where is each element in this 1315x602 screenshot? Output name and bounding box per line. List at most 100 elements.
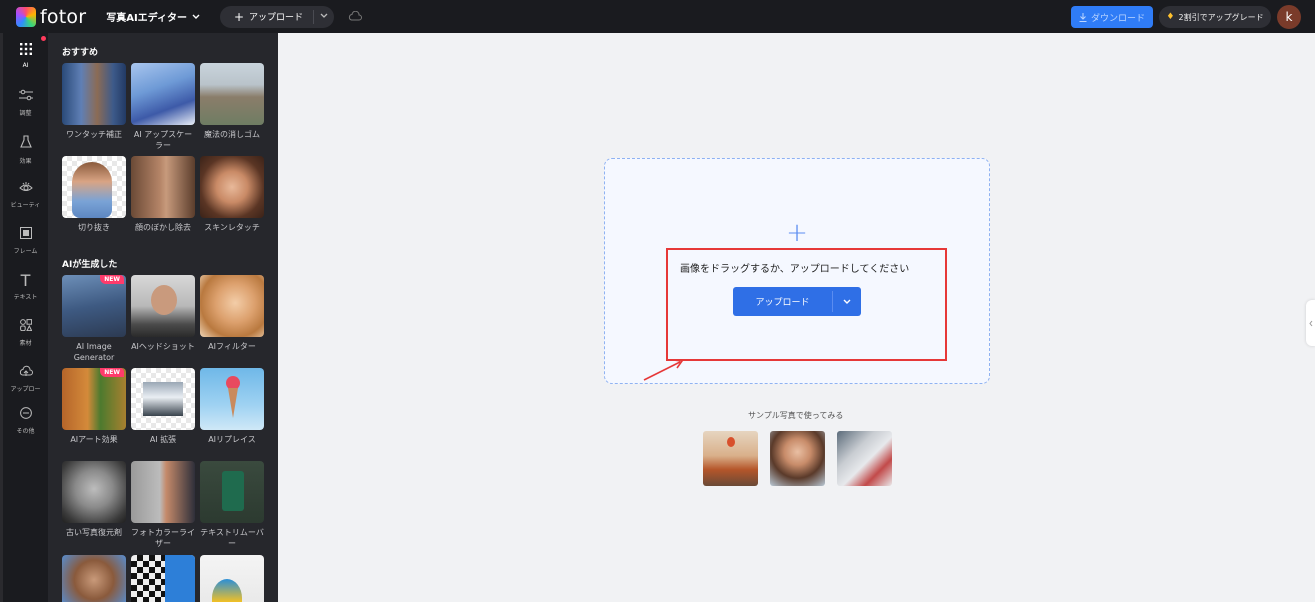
rail-label: テキスト [13,294,38,301]
editor-mode-dropdown[interactable]: 写真AIエディター [106,9,200,24]
tool-caption: 顔のぼかし除去 [135,223,191,232]
tool-tile-ai-image-generator[interactable]: NEW AI Image Generator [62,275,126,363]
new-badge: NEW [100,368,124,377]
section-title-ai-generated: AIが生成した [62,260,118,270]
rail-label: ビューティ [10,202,41,209]
download-label: ダウンロード [1090,13,1145,24]
rail-label: アップロー [10,386,41,393]
rail-item-text[interactable]: T テキスト [3,271,48,302]
top-bar: fotor 写真AIエディター + アップロード ダウンロード ♦ 2割引でアッ… [0,0,1315,33]
tool-thumbnail [131,555,195,602]
notification-dot [41,36,46,41]
tool-tile-ai-headshot[interactable]: AIヘッドショット [131,275,195,352]
tool-thumbnail: NEW [62,275,126,337]
elements-icon [3,319,48,335]
tool-tile-cutout[interactable]: 切り抜き [62,156,126,233]
chevron-left-icon [1308,320,1312,326]
annotation-arrow-icon [643,359,684,381]
tool-thumbnail: NEW [62,368,126,430]
tool-tile-old-photo-restore[interactable]: 古い写真復元剤 [62,461,126,538]
tool-thumbnail [200,156,264,218]
tool-tile[interactable] [200,555,264,602]
header-upload-button[interactable]: + アップロード [219,5,334,28]
tool-caption: ワンタッチ補正 [66,130,122,139]
header-upload-label: アップロード [249,13,304,23]
tool-tile[interactable] [62,555,126,602]
annotation-highlight-box [666,248,947,361]
rail-label: 素材 [19,340,32,347]
sample-photo-car[interactable] [703,431,758,486]
rail-item-ai[interactable]: AI [3,43,48,69]
section-title-recommended: おすすめ [62,48,99,58]
frame-icon [3,227,48,243]
tool-thumbnail [62,63,126,125]
cloud-sync-icon[interactable] [348,10,362,24]
rail-item-more[interactable]: その他 [3,407,48,435]
tool-thumbnail [200,461,264,523]
rail-item-frame[interactable]: フレーム [3,227,48,255]
tool-thumbnail [131,156,195,218]
more-icon [3,407,48,423]
tool-caption: テキストリムーバー [200,528,264,548]
rail-label: AI [22,62,29,69]
diamond-icon: ♦ [1166,12,1175,22]
chevron-down-icon [192,14,200,19]
tool-thumbnail [200,63,264,125]
expand-right-panel-button[interactable] [1306,300,1315,346]
download-button[interactable]: ダウンロード [1071,6,1153,28]
editor-mode-label: 写真AIエディター [106,13,187,24]
new-badge: NEW [100,275,124,284]
tool-tile-magic-eraser[interactable]: 魔法の消しゴム [200,63,264,140]
tool-tile-ai-expand[interactable]: AI 拡張 [131,368,195,445]
tool-tile-face-deblur[interactable]: 顔のぼかし除去 [131,156,195,233]
rail-item-elements[interactable]: 素材 [3,319,48,347]
tool-tile-photo-colorizer[interactable]: フォトカラーライザー [131,461,195,549]
avatar[interactable]: k [1277,5,1301,29]
sample-photo-woman[interactable] [770,431,825,486]
tool-tile[interactable] [131,555,195,602]
tool-tile-ai-upscaler[interactable]: AI アップスケーラー [131,63,195,151]
sample-photo-table[interactable] [837,431,892,486]
tool-thumbnail [200,368,264,430]
rail-item-effects[interactable]: 効果 [3,135,48,165]
tool-thumbnail [131,63,195,125]
left-rail: AI 調整 効果 ビューティ フレーム T テキスト 素材 アップロー その他 [0,33,48,602]
tool-tile-ai-art-effects[interactable]: NEW AIアート効果 [62,368,126,445]
upload-options-chevron-icon[interactable] [314,12,334,21]
tool-thumbnail [131,461,195,523]
upgrade-button[interactable]: ♦ 2割引でアップグレード [1159,6,1271,28]
logo-text: fotor [40,5,87,28]
tool-caption: 切り抜き [78,223,110,232]
tool-caption: AI 拡張 [149,435,177,444]
rail-item-upload[interactable]: アップロー [3,365,48,393]
tool-tile-ai-replace[interactable]: AIリプレイス [200,368,264,445]
tool-caption: AIフィルター [208,342,256,351]
upload-cloud-icon [3,365,48,381]
tool-caption: 魔法の消しゴム [204,130,260,139]
rail-label: 効果 [19,158,32,165]
text-icon: T [20,271,31,290]
tool-tile-ai-filter[interactable]: AIフィルター [200,275,264,352]
rail-item-adjust[interactable]: 調整 [3,89,48,117]
tool-caption: AI アップスケーラー [133,130,193,150]
sliders-icon [3,89,48,105]
tool-caption: 古い写真復元剤 [66,528,122,537]
rail-item-beauty[interactable]: ビューティ [3,181,48,209]
fotor-logo[interactable]: fotor [16,6,86,28]
tools-panel: おすすめ ワンタッチ補正 AI アップスケーラー 魔法の消しゴム 切り抜き 顔の… [48,33,278,602]
tool-tile-text-remover[interactable]: テキストリムーバー [200,461,264,549]
tool-caption: AIアート効果 [70,435,118,444]
rail-label: 調整 [19,110,32,117]
tool-caption: フォトカラーライザー [131,528,195,548]
plus-icon: + [786,218,808,248]
tool-caption: スキンレタッチ [204,223,260,232]
tool-tile-one-tap-enhance[interactable]: ワンタッチ補正 [62,63,126,140]
tool-thumbnail [62,461,126,523]
tool-thumbnail [131,275,195,337]
flask-icon [3,135,48,153]
tool-thumbnail [200,555,264,602]
rail-label: その他 [16,428,35,435]
tool-tile-skin-retouch[interactable]: スキンレタッチ [200,156,264,233]
tool-thumbnail [62,156,126,218]
rail-label: フレーム [13,248,38,255]
